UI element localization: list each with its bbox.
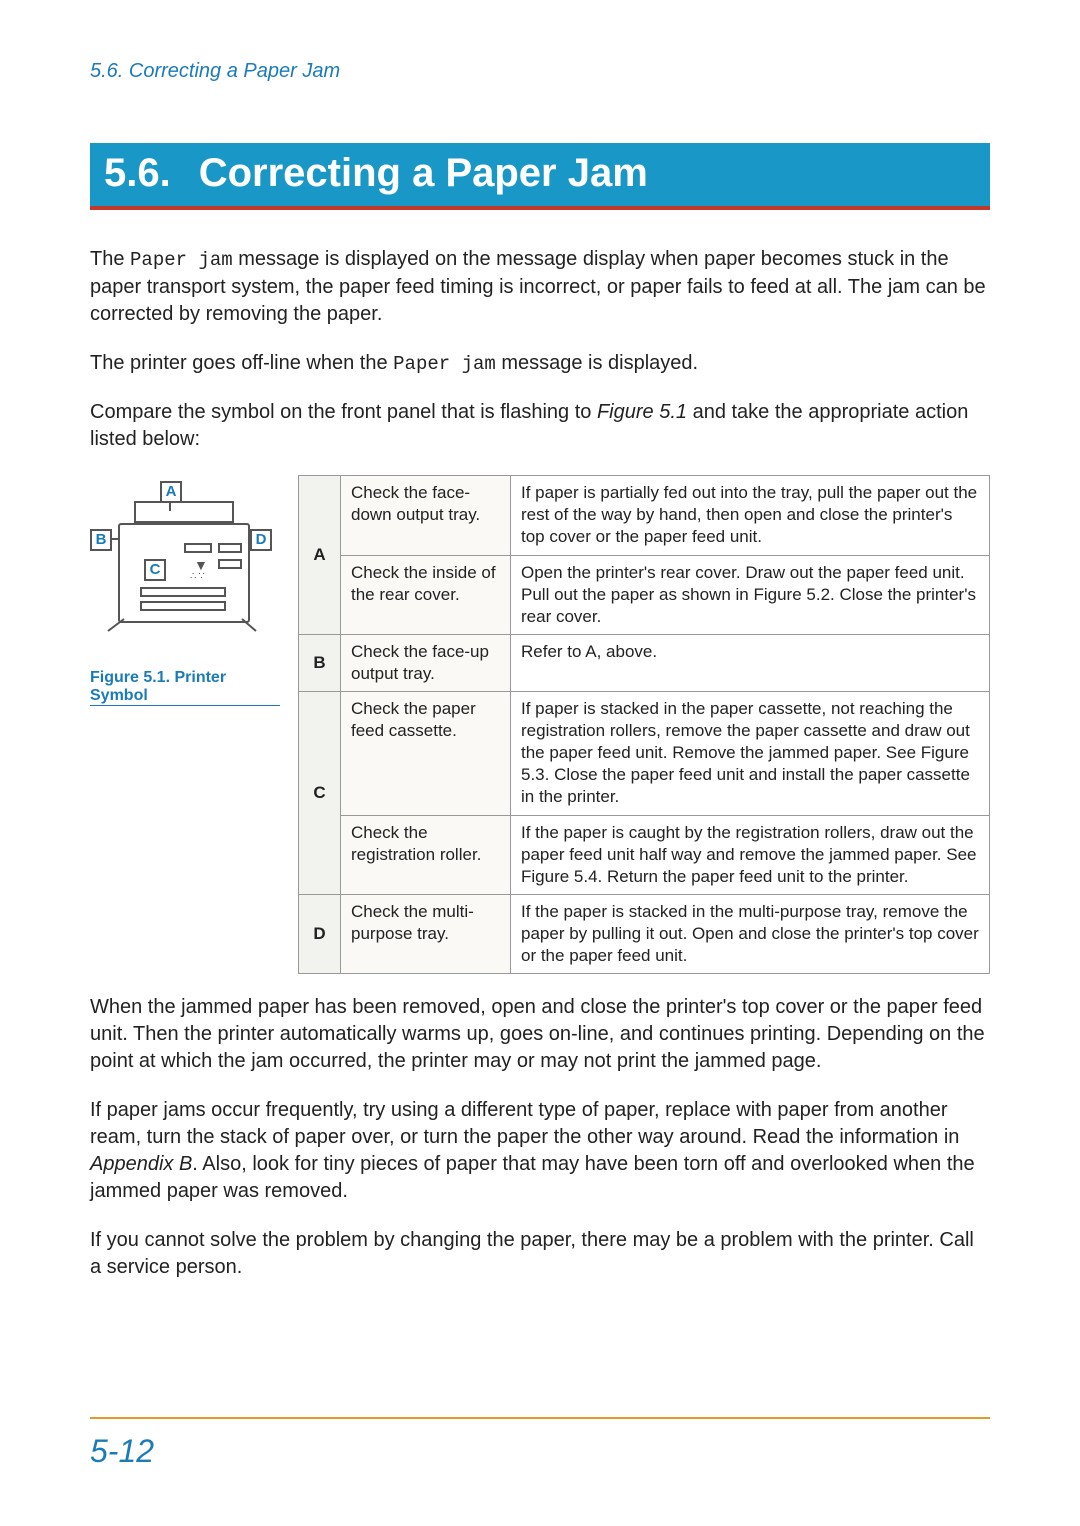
page-footer: 5-12 [90, 1417, 990, 1470]
message-text: Paper jam [130, 249, 233, 271]
table-row: Check the inside of the rear cover. Open… [299, 555, 990, 634]
printer-symbol-diagram: A B D C ▼ ∴∵ [90, 481, 278, 651]
table-row: A Check the face-down output tray. If pa… [299, 476, 990, 555]
followup-paragraph-2: If paper jams occur frequently, try usin… [90, 1097, 990, 1205]
followup-paragraph-1: When the jammed paper has been removed, … [90, 994, 990, 1075]
intro-paragraph-2: The printer goes off-line when the Paper… [90, 350, 990, 378]
table-row: D Check the multi-purpose tray. If the p… [299, 894, 990, 973]
message-text: Paper jam [393, 353, 496, 375]
row-key-d: D [299, 894, 341, 973]
appendix-reference: Appendix B [90, 1153, 192, 1175]
section-heading: 5.6. Correcting a Paper Jam [90, 143, 990, 210]
breadcrumb: 5.6. Correcting a Paper Jam [90, 60, 990, 83]
jam-actions-table: A Check the face-down output tray. If pa… [298, 475, 990, 974]
intro-paragraph-1: The Paper jam message is displayed on th… [90, 246, 990, 328]
row-key-a: A [299, 476, 341, 635]
page-number: 5-12 [90, 1433, 990, 1470]
table-row: B Check the face-up output tray. Refer t… [299, 634, 990, 691]
row-key-c: C [299, 692, 341, 895]
intro-paragraph-3: Compare the symbol on the front panel th… [90, 399, 990, 453]
row-key-b: B [299, 634, 341, 691]
figure-caption: Figure 5.1. Printer Symbol [90, 669, 280, 706]
section-number: 5.6. [104, 151, 171, 195]
followup-paragraph-3: If you cannot solve the problem by chang… [90, 1227, 990, 1281]
figure-reference: Figure 5.1 [597, 401, 687, 423]
table-row: Check the registration roller. If the pa… [299, 815, 990, 894]
table-row: C Check the paper feed cassette. If pape… [299, 692, 990, 815]
section-title: Correcting a Paper Jam [199, 151, 648, 195]
